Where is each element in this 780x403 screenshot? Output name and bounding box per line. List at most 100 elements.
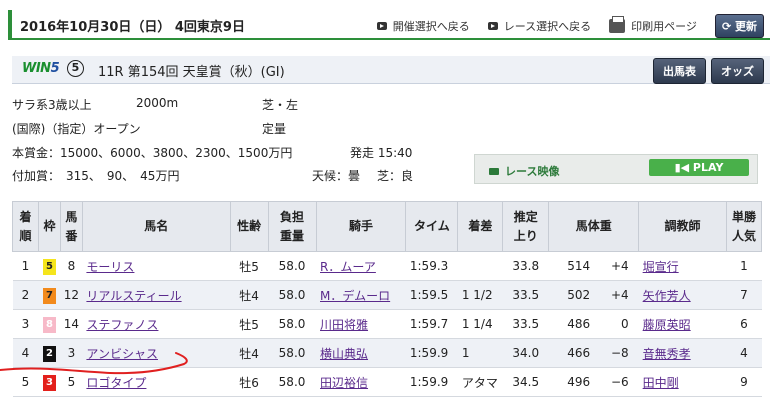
result-row: 3 8 14 ステファノス 牡5 58.0 川田将雅 1:59.7 1 1/4 33.5 486 0 藤… — [12, 309, 762, 339]
last3f-cell: 34.0 — [502, 338, 549, 368]
last3f-cell: 33.5 — [502, 280, 549, 310]
jockey-cell: R．ムーア — [316, 251, 406, 281]
meeting-back-label: 開催選択へ戻る — [392, 20, 470, 33]
last3f-cell: 33.8 — [502, 251, 549, 281]
race-name: 11R 第154回 天皇賞（秋）(GI) — [98, 65, 285, 80]
rank-cell: 5 — [12, 367, 39, 397]
weight-cell: 58.0 — [268, 251, 317, 281]
trainer-name-link[interactable]: 音無秀孝 — [643, 347, 691, 361]
trainer-name-link[interactable]: 藤原英昭 — [643, 318, 691, 332]
time-cell: 1:59.5 — [405, 280, 458, 310]
margin-cell: 1 — [457, 338, 503, 368]
number-cell: 5 — [60, 367, 83, 397]
weight-rule: 定量 — [262, 122, 287, 136]
waku-badge: 7 — [42, 287, 56, 304]
results-table: 着順 枠 馬番 馬名 性齢 負担 重量 騎手 タイム 着差 推定 上り 馬体重 調教… — [12, 201, 763, 397]
sexage-cell: 牡5 — [230, 251, 269, 281]
jockey-cell: 横山典弘 — [316, 338, 406, 368]
refresh-button[interactable]: ⟳ 更新 — [714, 14, 764, 38]
horse-name-link[interactable]: アンビシャス — [86, 347, 158, 361]
race-class: サラ系3歳以上 — [12, 98, 92, 112]
trainer-cell: 堀宣行 — [638, 251, 727, 281]
sexage-cell: 牡4 — [230, 280, 269, 310]
printer-icon — [609, 16, 626, 33]
bodyweight-cell: 486 0 — [548, 309, 639, 339]
arrow-bullet-icon — [487, 22, 498, 30]
result-row: 2 7 12 リアルスティール 牡4 58.0 M．デムーロ 1:59.5 1 1/2 33.5 5… — [12, 280, 762, 310]
time-cell: 1:59.7 — [405, 309, 458, 339]
rank-cell: 1 — [12, 251, 39, 281]
weight-cell: 58.0 — [268, 309, 317, 339]
popularity-cell: 7 — [726, 280, 762, 310]
margin-cell: アタマ — [457, 367, 503, 397]
jockey-name-link[interactable]: 田辺裕信 — [320, 376, 368, 390]
horse-cell: モーリス — [82, 251, 231, 281]
bodyweight-cell: 496 −6 — [548, 367, 639, 397]
trainer-name-link[interactable]: 矢作芳人 — [643, 289, 691, 303]
jockey-cell: 田辺裕信 — [316, 367, 406, 397]
bodyweight-cell: 514 +4 — [548, 251, 639, 281]
weight-cell: 58.0 — [268, 367, 317, 397]
header-horse: 馬名 — [81, 201, 231, 252]
horse-name-link[interactable]: ロゴタイプ — [86, 376, 146, 390]
header-time: タイム — [405, 201, 459, 252]
last3f-cell: 33.5 — [502, 309, 549, 339]
jockey-name-link[interactable]: M．デムーロ — [320, 289, 390, 303]
rank-cell: 2 — [12, 280, 39, 310]
sexage-cell: 牡5 — [230, 309, 269, 339]
waku-cell: 2 — [38, 338, 61, 368]
horse-name-link[interactable]: リアルスティール — [86, 289, 181, 303]
time-cell: 1:59.3 — [405, 251, 458, 281]
waku-cell: 5 — [38, 251, 61, 281]
print-link[interactable]: 印刷用ページ — [609, 16, 697, 34]
refresh-icon: ⟳ — [721, 20, 732, 33]
win5-logo: WIN5 — [22, 61, 60, 76]
race-distance: 2000m — [136, 96, 179, 110]
last3f-cell: 34.5 — [502, 367, 549, 397]
horse-name-link[interactable]: ステファノス — [86, 318, 158, 332]
result-row: 1 5 8 モーリス 牡5 58.0 R．ムーア 1:59.3 33.8 514 +4 堀宣行 1 — [12, 251, 762, 281]
trainer-cell: 音無秀孝 — [638, 338, 727, 368]
play-button[interactable]: ▮◀ PLAY — [649, 159, 749, 176]
rank-cell: 3 — [12, 309, 39, 339]
horse-cell: ロゴタイプ — [82, 367, 231, 397]
sexage-cell: 牡4 — [230, 338, 269, 368]
trainer-name-link[interactable]: 田中剛 — [643, 376, 679, 390]
waku-cell: 7 — [38, 280, 61, 310]
waku-badge: 5 — [42, 258, 56, 275]
margin-cell: 1 1/4 — [457, 309, 503, 339]
trainer-cell: 矢作芳人 — [638, 280, 727, 310]
popularity-cell: 9 — [726, 367, 762, 397]
weather: 天候：曇 — [312, 169, 361, 183]
margin-cell — [457, 251, 503, 281]
waku-badge: 8 — [42, 316, 56, 333]
jockey-name-link[interactable]: 横山典弘 — [320, 347, 368, 361]
video-camera-icon — [489, 167, 499, 175]
waku-badge: 2 — [42, 345, 56, 362]
header-trainer: 調教師 — [638, 201, 727, 252]
track-going: 芝：良 — [377, 169, 414, 183]
jockey-name-link[interactable]: 川田将雅 — [320, 318, 368, 332]
sexage-cell: 牡6 — [230, 367, 269, 397]
added-money: 付加賞： 315、 90、 45万円 — [12, 169, 180, 183]
start-time: 発走 15:40 — [350, 146, 413, 160]
play-icon: ▮◀ — [674, 161, 690, 174]
race-surface: 芝・左 — [262, 98, 299, 112]
waku-badge: 3 — [42, 374, 56, 391]
weight-cell: 58.0 — [268, 280, 317, 310]
trainer-cell: 藤原英昭 — [638, 309, 727, 339]
time-cell: 1:59.9 — [405, 367, 458, 397]
horse-cell: アンビシャス — [82, 338, 231, 368]
trainer-name-link[interactable]: 堀宣行 — [643, 260, 679, 274]
odds-button[interactable]: オッズ — [711, 58, 764, 84]
horse-name-link[interactable]: モーリス — [86, 260, 134, 274]
entries-button[interactable]: 出馬表 — [653, 58, 706, 84]
time-cell: 1:59.9 — [405, 338, 458, 368]
jockey-name-link[interactable]: R．ムーア — [320, 260, 376, 274]
margin-cell: 1 1/2 — [457, 280, 503, 310]
meeting-back-link[interactable]: 開催選択へ戻る — [376, 18, 470, 34]
bodyweight-cell: 502 +4 — [548, 280, 639, 310]
race-back-link[interactable]: レース選択へ戻る — [487, 18, 591, 34]
jockey-cell: M．デムーロ — [316, 280, 406, 310]
trainer-cell: 田中剛 — [638, 367, 727, 397]
